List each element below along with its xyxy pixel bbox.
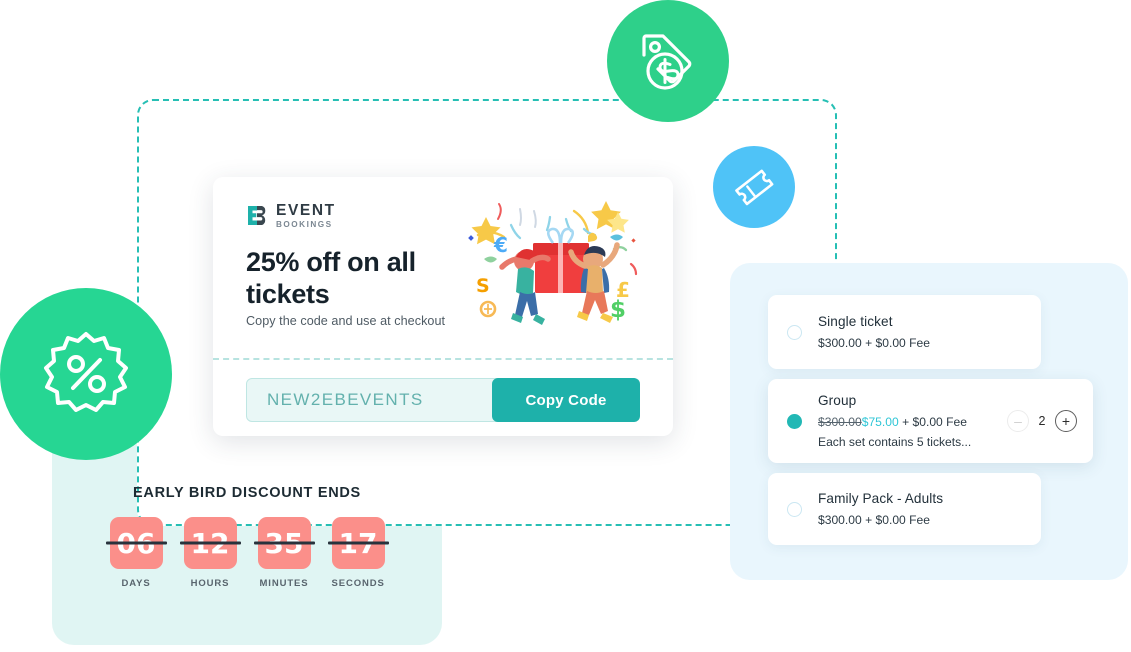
percent-badge-icon [44,332,128,412]
countdown-label-seconds: SECONDS [331,578,385,589]
countdown-value-days: 06 [109,517,163,569]
ticket-option-group[interactable]: Group $300.00$75.00 + $0.00 Fee Each set… [768,379,1093,463]
logo-text-secondary: BOOKINGS [276,219,333,229]
price-tag-badge [607,0,729,122]
coupon-subline: Copy the code and use at checkout [246,314,446,328]
countdown-value-seconds: 17 [331,517,385,569]
quantity-increment-button[interactable]: + [1055,410,1077,432]
countdown-unit-seconds: 17 SECONDS [331,517,385,589]
ticket-price-family-pack: $300.00 + $0.00 Fee [818,513,1041,527]
coupon-card: EVENT BOOKINGS 25% off on all tickets Co… [213,177,673,436]
ticket-name-family-pack: Family Pack - Adults [818,491,944,506]
countdown-value-minutes: 35 [257,517,311,569]
ticket-price-group: $300.00$75.00 + $0.00 Fee [818,415,1007,429]
copy-code-button[interactable]: Copy Code [492,378,640,422]
ticket-name-single: Single ticket [818,314,893,329]
countdown-label-minutes: MINUTES [259,578,309,589]
percent-discount-badge [0,288,172,460]
ticket-note-group: Each set contains 5 tickets... [818,435,972,449]
brand-logo: EVENT BOOKINGS [246,203,336,229]
coupon-code-row: NEW2EBEVENTS Copy Code [246,378,640,422]
ticket-option-family-pack[interactable]: Family Pack - Adults $300.00 + $0.00 Fee [768,473,1041,545]
svg-text:$: $ [610,297,626,323]
ticket-icon [735,169,774,206]
ticket-badge [713,146,795,228]
quantity-decrement-button[interactable]: – [1007,410,1029,432]
ticket-fee-group: + $0.00 Fee [902,415,967,429]
ticket-amount-family-pack: $300.00 [818,513,862,527]
ticket-option-single[interactable]: Single ticket $300.00 + $0.00 Fee [768,295,1041,369]
countdown-value-hours: 12 [183,517,237,569]
svg-text:€: € [493,233,508,257]
countdown-unit-minutes: 35 MINUTES [257,517,311,589]
gift-celebration-illustration: € S £ $ [458,189,673,359]
eb-logo-icon [246,204,269,227]
ticket-new-price-group: $75.00 [861,415,899,429]
ticket-fee-family-pack: + $0.00 Fee [865,513,930,527]
countdown-unit-hours: 12 HOURS [183,517,237,589]
quantity-value: 2 [1038,414,1046,428]
ticket-old-price-group: $300.00 [818,415,862,429]
ticket-price-single: $300.00 + $0.00 Fee [818,336,1041,350]
quantity-stepper-group: – 2 + [1007,410,1077,432]
logo-text-primary: EVENT [276,202,336,219]
radio-icon-single[interactable] [787,324,802,340]
countdown-timer: EARLY BIRD DISCOUNT ENDS 06 DAYS 12 HOUR… [52,485,442,589]
svg-text:S: S [476,275,490,297]
ticket-name-group: Group [818,393,857,408]
coupon-code-field[interactable]: NEW2EBEVENTS [246,378,500,422]
countdown-unit-days: 06 DAYS [109,517,163,589]
coupon-dashed-separator [213,358,673,360]
promo-scene: EVENT BOOKINGS 25% off on all tickets Co… [0,0,1131,652]
ticket-amount-single: $300.00 [818,336,862,350]
countdown-units: 06 DAYS 12 HOURS 35 MINUTES 17 SECONDS [52,517,442,589]
countdown-title: EARLY BIRD DISCOUNT ENDS [133,485,361,501]
countdown-label-days: DAYS [121,578,151,589]
ticket-fee-single: + $0.00 Fee [865,336,930,350]
price-tag-dollar-icon [642,34,692,90]
radio-icon-family-pack[interactable] [787,501,802,517]
coupon-headline: 25% off on all tickets [246,247,416,309]
radio-icon-group[interactable] [787,413,802,429]
countdown-label-hours: HOURS [190,578,230,589]
